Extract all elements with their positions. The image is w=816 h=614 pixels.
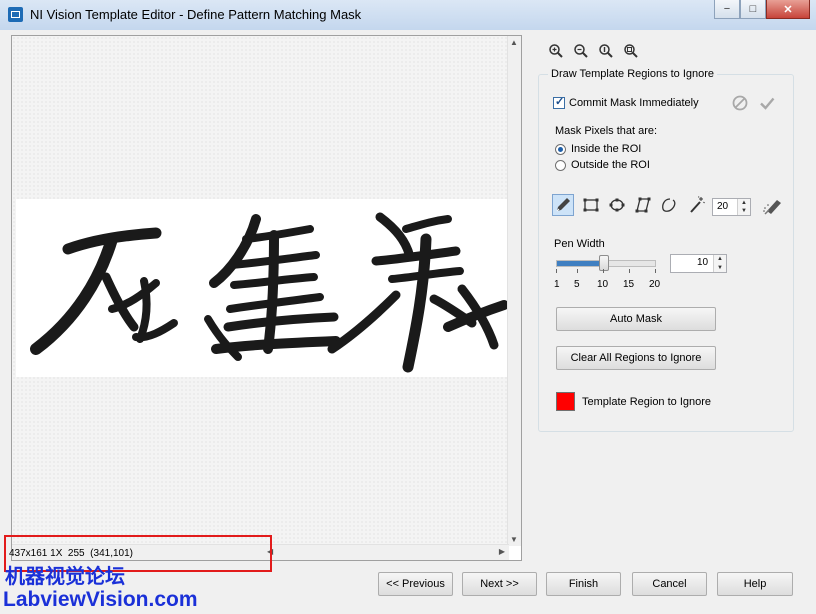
- slider-tick: [577, 269, 578, 273]
- previous-button[interactable]: << Previous: [378, 572, 453, 596]
- region-color-label: Template Region to Ignore: [582, 396, 712, 408]
- slider-tick-label: 20: [649, 279, 661, 290]
- auto-mask-button[interactable]: Auto Mask: [556, 307, 716, 331]
- wand-tolerance-arrows[interactable]: ▲ ▼: [737, 199, 750, 215]
- maximize-button[interactable]: □: [740, 0, 766, 19]
- inside-roi-radio[interactable]: [555, 144, 566, 155]
- watermark-url: LabviewVision.com: [3, 588, 198, 611]
- apply-commit-icon[interactable]: [758, 94, 776, 115]
- freehand-icon: [662, 198, 676, 212]
- zoom-out-icon[interactable]: [572, 42, 589, 59]
- outside-roi-label[interactable]: Outside the ROI: [571, 159, 650, 171]
- clear-regions-button[interactable]: Clear All Regions to Ignore: [556, 346, 716, 370]
- magic-wand-icon: [690, 196, 705, 213]
- minimize-button[interactable]: −: [714, 0, 740, 19]
- freehand-tool[interactable]: [658, 194, 680, 216]
- eraser-tool[interactable]: [762, 196, 784, 219]
- mask-pixels-label: Mask Pixels that are:: [555, 125, 658, 137]
- pen-width-label: Pen Width: [554, 238, 605, 250]
- wand-tolerance-value[interactable]: 20: [717, 201, 728, 212]
- polygon-tool[interactable]: [632, 194, 654, 216]
- commit-mask-checkbox[interactable]: [553, 95, 565, 109]
- scroll-right-icon[interactable]: ▶: [499, 547, 505, 556]
- outside-roi-radio[interactable]: [555, 160, 566, 171]
- app-icon: [8, 7, 23, 22]
- magic-wand-tool[interactable]: [686, 194, 708, 216]
- title-bar[interactable]: NI Vision Template Editor - Define Patte…: [0, 0, 816, 30]
- next-button[interactable]: Next >>: [462, 572, 537, 596]
- zoom-toolbar: [547, 42, 639, 59]
- rectangle-tool[interactable]: [580, 194, 602, 216]
- slider-tick: [556, 269, 557, 273]
- zoom-fit-icon[interactable]: [622, 42, 639, 59]
- slider-tick-label: 1: [554, 279, 560, 290]
- window-title: NI Vision Template Editor - Define Patte…: [30, 7, 362, 22]
- pen-icon: [556, 198, 570, 212]
- calligraphy-image: [30, 212, 509, 373]
- zoom-in-icon[interactable]: [547, 42, 564, 59]
- inside-roi-label[interactable]: Inside the ROI: [571, 143, 641, 155]
- pen-width-slider-thumb[interactable]: [599, 255, 609, 271]
- oval-icon: [609, 198, 625, 212]
- group-title: Draw Template Regions to Ignore: [548, 68, 718, 80]
- pen-width-stepper[interactable]: 10 ▲ ▼: [670, 254, 727, 273]
- slider-tick: [655, 269, 656, 273]
- template-image: [16, 199, 509, 377]
- pen-width-slider-fill: [557, 261, 604, 266]
- wand-tolerance-stepper[interactable]: 20 ▲ ▼: [712, 198, 751, 216]
- window-controls: − □ ✕: [714, 0, 810, 20]
- region-color-swatch[interactable]: [556, 392, 575, 411]
- scroll-down-icon[interactable]: ▼: [510, 535, 518, 544]
- close-button[interactable]: ✕: [766, 0, 810, 19]
- pen-width-arrows[interactable]: ▲ ▼: [713, 255, 726, 272]
- polygon-icon: [635, 197, 651, 213]
- template-editor-window: NI Vision Template Editor - Define Patte…: [0, 0, 816, 614]
- pen-tool[interactable]: [552, 194, 574, 216]
- watermark-chinese: 机器视觉论坛: [5, 564, 125, 588]
- scroll-up-icon[interactable]: ▲: [510, 38, 518, 47]
- rectangle-icon: [583, 198, 599, 212]
- pen-width-value[interactable]: 10: [697, 257, 708, 268]
- slider-tick: [629, 269, 630, 273]
- slider-tick-label: 15: [623, 279, 635, 290]
- cancel-commit-icon[interactable]: [731, 94, 749, 115]
- zoom-1to1-icon[interactable]: [597, 42, 614, 59]
- image-canvas[interactable]: [12, 36, 509, 546]
- slider-tick-label: 10: [597, 279, 609, 290]
- finish-button[interactable]: Finish: [546, 572, 621, 596]
- help-button[interactable]: Help: [717, 572, 793, 596]
- slider-tick-label: 5: [574, 279, 580, 290]
- vertical-scrollbar[interactable]: ▲ ▼: [507, 36, 521, 546]
- slider-tick: [603, 269, 604, 273]
- eraser-icon: [763, 200, 781, 215]
- cancel-button[interactable]: Cancel: [632, 572, 707, 596]
- image-viewer: ▲ ▼ ◀ ▶: [11, 35, 522, 561]
- oval-tool[interactable]: [606, 194, 628, 216]
- commit-mask-label[interactable]: Commit Mask Immediately: [569, 97, 699, 109]
